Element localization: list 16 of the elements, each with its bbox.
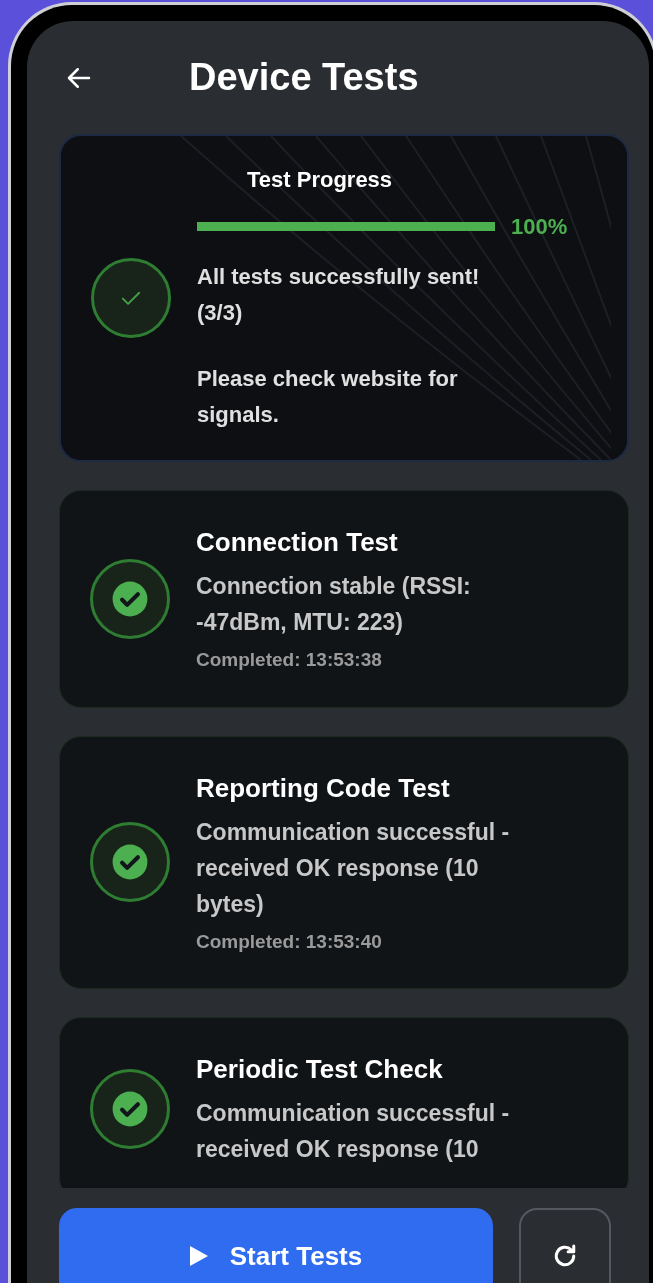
progress-percent: 100% (511, 213, 568, 241)
progress-title: Test Progress (247, 166, 393, 194)
test-title: Reporting Code Test (196, 771, 451, 805)
test-time: Completed: 13:53:38 (196, 648, 383, 672)
test-detail: Communication successful - received OK response (10 bytes) (196, 817, 511, 919)
page-title: Device Tests (189, 55, 419, 100)
progress-note: Please check website for signals. (197, 365, 459, 429)
test-title: Periodic Test Check (196, 1053, 444, 1086)
test-detail: Connection stable (RSSI: -47dBm, MTU: 223) (196, 572, 472, 637)
progress-message: All tests successfully sent! (3/3) (197, 263, 481, 327)
start-tests-button[interactable]: Start Tests (59, 1208, 493, 1283)
test-detail: Communication successful - received OK response (10 (196, 1099, 511, 1164)
play-icon (189, 1246, 208, 1266)
refresh-button[interactable] (519, 1208, 611, 1283)
test-time: Completed: 13:53:40 (196, 929, 383, 954)
test-title: Connection Test (196, 526, 399, 559)
